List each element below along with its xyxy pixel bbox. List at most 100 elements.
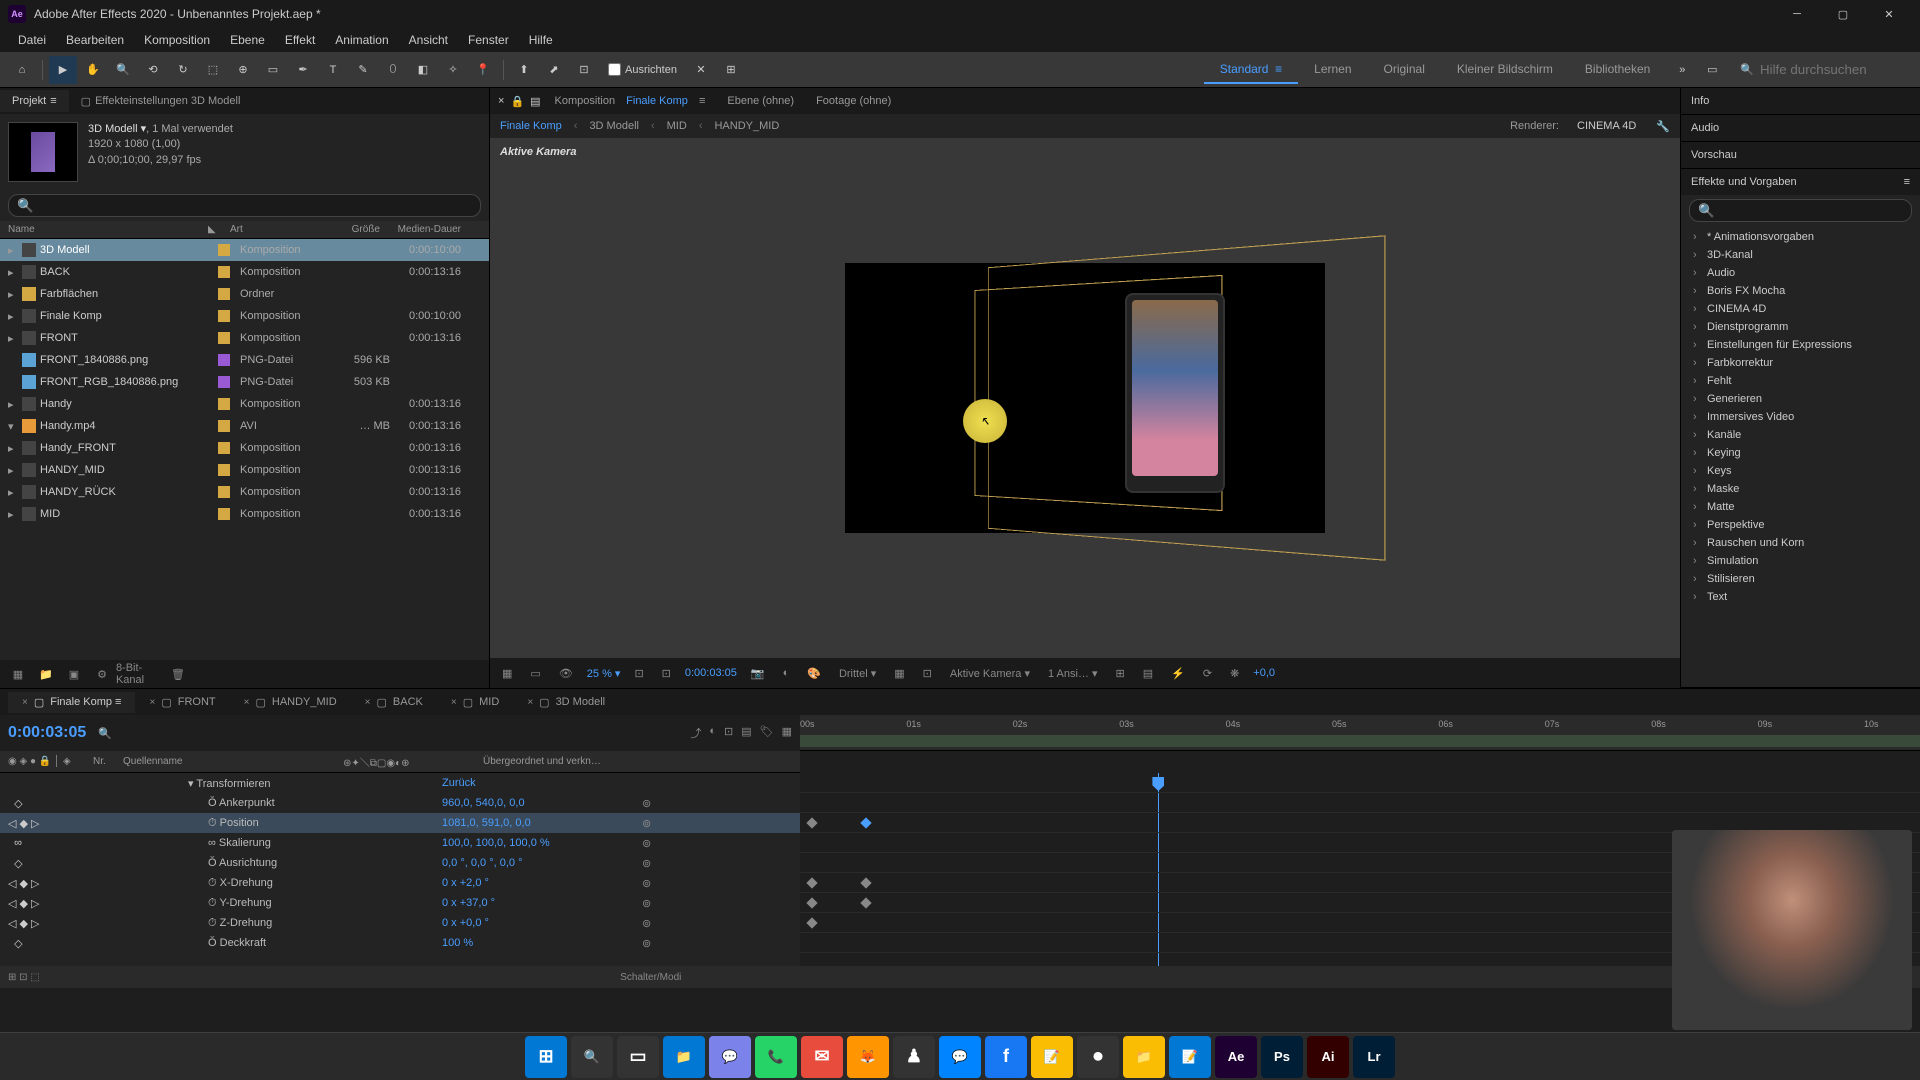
taskbar-app-icon[interactable]: Ps: [1261, 1036, 1303, 1078]
project-settings-button[interactable]: ⚙: [92, 664, 112, 684]
workspace-tab-original[interactable]: Original: [1368, 56, 1441, 84]
text-tool[interactable]: T: [319, 56, 347, 84]
help-search[interactable]: 🔍: [1728, 62, 1912, 77]
current-time[interactable]: 0:00:03:05: [685, 667, 737, 679]
keyframe[interactable]: [806, 897, 817, 908]
snap-options-button[interactable]: ✕: [687, 56, 715, 84]
canvas-frame[interactable]: ↖: [845, 263, 1325, 533]
info-panel-header[interactable]: Info: [1681, 88, 1920, 114]
effect-category[interactable]: › Generieren: [1681, 390, 1920, 408]
workspace-tab-lernen[interactable]: Lernen: [1298, 56, 1367, 84]
brainstorm-button[interactable]: ▦: [782, 725, 792, 741]
timeline-search-icon[interactable]: 🔍: [98, 727, 112, 740]
brush-tool[interactable]: ✎: [349, 56, 377, 84]
roto-tool[interactable]: ✧: [439, 56, 467, 84]
effect-category[interactable]: › Einstellungen für Expressions: [1681, 336, 1920, 354]
graph-editor-button[interactable]: ▤: [741, 725, 751, 741]
project-item[interactable]: ▸ FRONT Komposition 0:00:13:16: [0, 327, 489, 349]
project-item[interactable]: FRONT_RGB_1840886.png PNG-Datei 503 KB: [0, 371, 489, 393]
composition-viewport[interactable]: Aktive Kamera ↖: [490, 138, 1680, 658]
effect-category[interactable]: › 3D-Kanal: [1681, 246, 1920, 264]
taskbar-app-icon[interactable]: 🔍: [571, 1036, 613, 1078]
effects-panel-header[interactable]: Effekte und Vorgaben ≡: [1681, 169, 1920, 195]
menu-komposition[interactable]: Komposition: [134, 29, 220, 51]
effect-category[interactable]: › Boris FX Mocha: [1681, 282, 1920, 300]
maximize-button[interactable]: ▢: [1820, 0, 1866, 28]
effect-category[interactable]: › Matte: [1681, 498, 1920, 516]
timeline-layer-list[interactable]: ▾ Transformieren Zurück ◇ Ŏ Ankerpunkt 9…: [0, 773, 800, 966]
audio-panel-header[interactable]: Audio: [1681, 115, 1920, 141]
keyframe[interactable]: [806, 817, 817, 828]
comp-nav-icon[interactable]: ▤: [530, 95, 540, 108]
effects-list[interactable]: › * Animationsvorgaben› 3D-Kanal› Audio›…: [1681, 226, 1920, 608]
toggle-switches-button[interactable]: ⊞ ⊡ ⬚: [8, 972, 40, 983]
effect-category[interactable]: › Immersives Video: [1681, 408, 1920, 426]
taskbar-app-icon[interactable]: f: [985, 1036, 1027, 1078]
effect-category[interactable]: › CINEMA 4D: [1681, 300, 1920, 318]
comp-back-icon[interactable]: ×: [498, 95, 504, 107]
project-item[interactable]: ▾ Handy.mp4 AVI … MB 0:00:13:16: [0, 415, 489, 437]
project-tab[interactable]: Projekt ≡: [0, 90, 69, 112]
taskbar-app-icon[interactable]: 📝: [1169, 1036, 1211, 1078]
workspace-tab-bibliotheken[interactable]: Bibliotheken: [1569, 56, 1666, 84]
taskbar-app-icon[interactable]: ▭: [617, 1036, 659, 1078]
workspace-tab-standard[interactable]: Standard ≡: [1204, 56, 1298, 84]
roi-button[interactable]: ⊡: [658, 667, 675, 680]
timeline-tab[interactable]: × ▢ 3D Modell: [513, 692, 619, 713]
project-column-headers[interactable]: Name ◣ Art Größe Medien-Dauer: [0, 221, 489, 239]
keyframe[interactable]: [860, 817, 871, 828]
color-mgmt-button[interactable]: 🎨: [803, 667, 825, 680]
effects-search-input[interactable]: [1689, 199, 1912, 222]
menu-ebene[interactable]: Ebene: [220, 29, 275, 51]
mask-toggle-button[interactable]: ▭: [526, 667, 544, 680]
taskbar-app-icon[interactable]: ♟: [893, 1036, 935, 1078]
exposure-value[interactable]: +0,0: [1253, 667, 1275, 679]
project-item[interactable]: ▸ Handy_FRONT Komposition 0:00:13:16: [0, 437, 489, 459]
effect-category[interactable]: › Kanäle: [1681, 426, 1920, 444]
project-item[interactable]: ▸ Farbflächen Ordner: [0, 283, 489, 305]
share-view-button[interactable]: ⊞: [1112, 667, 1129, 680]
transparency-grid-button[interactable]: ▦: [890, 667, 908, 680]
alpha-toggle-button[interactable]: ▦: [498, 667, 516, 680]
hand-tool[interactable]: ✋: [79, 56, 107, 84]
show-channel-button[interactable]: ◐: [779, 667, 794, 679]
timeline-property-row[interactable]: ◁ ◆ ▷ ⏱ Z-Drehung 0 x +0,0 ° ⊚: [0, 913, 800, 933]
effect-controls-tab[interactable]: ▢ Effekteinstellungen 3D Modell: [69, 90, 253, 113]
project-item[interactable]: ▸ 3D Modell Komposition 0:00:10:00: [0, 239, 489, 261]
menu-ansicht[interactable]: Ansicht: [399, 29, 458, 51]
pixel-aspect-button[interactable]: ▤: [1139, 667, 1157, 680]
project-item[interactable]: FRONT_1840886.png PNG-Datei 596 KB: [0, 349, 489, 371]
snapshot-button[interactable]: 📷: [747, 667, 769, 680]
timeline-property-row[interactable]: ◁ ◆ ▷ ⏱ X-Drehung 0 x +2,0 ° ⊚: [0, 873, 800, 893]
guides-button[interactable]: 👁: [555, 667, 577, 680]
effect-category[interactable]: › Perspektive: [1681, 516, 1920, 534]
menu-datei[interactable]: Datei: [8, 29, 56, 51]
timeline-tab[interactable]: × ▢ Finale Komp ≡: [8, 692, 135, 713]
timeline-button[interactable]: ⟳: [1199, 667, 1216, 680]
timeline-tabs[interactable]: × ▢ Finale Komp ≡× ▢ FRONT× ▢ HANDY_MID×…: [0, 689, 1920, 715]
effect-category[interactable]: › Simulation: [1681, 552, 1920, 570]
project-item[interactable]: ▸ MID Komposition 0:00:13:16: [0, 503, 489, 525]
effect-category[interactable]: › Fehlt: [1681, 372, 1920, 390]
timeline-property-row[interactable]: ◇ Ŏ Ausrichtung 0,0 °, 0,0 °, 0,0 ° ⊚: [0, 853, 800, 873]
3d-view-button[interactable]: ⊡: [919, 667, 936, 680]
pan-behind-tool[interactable]: ⊕: [229, 56, 257, 84]
effect-category[interactable]: › Keys: [1681, 462, 1920, 480]
draft-3d-button[interactable]: 🏷: [760, 725, 774, 741]
taskbar-app-icon[interactable]: 💬: [939, 1036, 981, 1078]
effect-category[interactable]: › Rauschen und Korn: [1681, 534, 1920, 552]
menu-effekt[interactable]: Effekt: [275, 29, 325, 51]
menu-hilfe[interactable]: Hilfe: [519, 29, 563, 51]
new-comp-button[interactable]: ▣: [64, 664, 84, 684]
timeline-property-row[interactable]: ◁ ◆ ▷ ⏱ Y-Drehung 0 x +37,0 ° ⊚: [0, 893, 800, 913]
taskbar-app-icon[interactable]: ✉: [801, 1036, 843, 1078]
timeline-property-row[interactable]: ▾ Transformieren Zurück: [0, 773, 800, 793]
timeline-property-row[interactable]: ∞ ∞ Skalierung 100,0, 100,0, 100,0 % ⊚: [0, 833, 800, 853]
keyframe[interactable]: [860, 897, 871, 908]
rotate-tool[interactable]: ↻: [169, 56, 197, 84]
zoom-tool[interactable]: 🔍: [109, 56, 137, 84]
effect-category[interactable]: › Text: [1681, 588, 1920, 606]
taskbar-app-icon[interactable]: Ae: [1215, 1036, 1257, 1078]
camera-tool[interactable]: ⬚: [199, 56, 227, 84]
menu-animation[interactable]: Animation: [325, 29, 398, 51]
